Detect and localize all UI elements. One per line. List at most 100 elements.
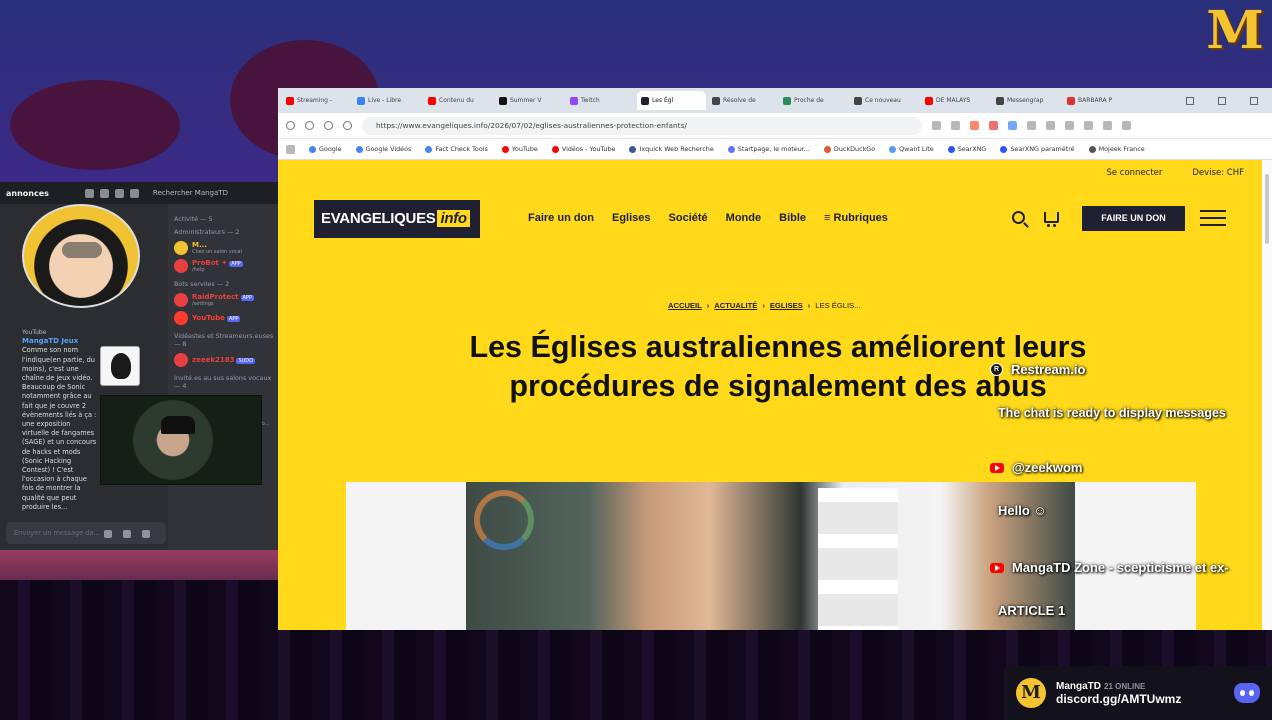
bookmark-item[interactable]: Fact Check Tools [425,145,488,153]
nav-faire-un-don[interactable]: Faire un don [528,212,594,224]
member-item[interactable]: RaidProtect APP/settings [174,291,278,309]
gift-icon[interactable] [104,530,112,538]
chat-message-text: ARTICLE 1 [998,603,1066,618]
reload-icon[interactable] [324,121,333,130]
pin-icon[interactable] [114,188,124,198]
extension-icon[interactable] [1027,121,1036,130]
emoji-icon[interactable] [142,530,150,538]
bookmark-item[interactable]: SearXNG [947,145,987,153]
member-item[interactable]: zeeek2183 SUDO [174,351,278,369]
discord-logo-icon [1234,683,1260,703]
breadcrumb-home[interactable]: ACCUEIL [668,301,702,310]
nav-bible[interactable]: Bible [779,212,806,224]
member-item[interactable]: M... Chez un salon vocal [174,239,278,257]
profile-name[interactable]: MangaTD Jeux [22,337,98,346]
browser-tab[interactable]: Summer V [495,91,564,110]
bookmark-item[interactable]: Mojeek France [1088,145,1145,153]
browser-tab[interactable]: Live - Libre [353,91,422,110]
browser-tab[interactable]: DE MALAYS [921,91,990,110]
browser-tab[interactable]: Résolve de [708,91,777,110]
tab-favicon [499,96,507,105]
bookmark-item[interactable]: Qwant Lite [889,145,934,153]
nav-societe[interactable]: Société [669,212,708,224]
video-play-overlay[interactable] [62,242,102,258]
threads-icon[interactable] [84,188,94,198]
wallet-icon[interactable] [1103,121,1112,130]
browser-tab[interactable]: Les Égl [637,91,706,110]
bookmark-item[interactable]: YouTube [501,145,538,153]
browser-tab[interactable]: Twitch [566,91,635,110]
article-image [466,482,1075,630]
menu-icon[interactable] [1122,121,1131,130]
member-item[interactable]: ProBot ✦ APP/help [174,257,278,275]
hamburger-menu-icon[interactable] [1200,210,1226,226]
browser-tab[interactable]: Ce nouveau [850,91,919,110]
tab-bar: Streaming - Live - Libre Contenu du Summer … [278,88,1272,113]
nav-eglises[interactable]: Eglises [612,212,651,224]
minimize-icon[interactable] [1186,96,1194,105]
browser-tab[interactable]: Streaming - [282,91,351,110]
search-icon[interactable] [1012,211,1025,224]
chat-message-text: Hello ☺ [998,503,1047,518]
tab-favicon [712,96,720,105]
currency-selector[interactable]: Devise: CHF [1192,168,1244,178]
channel-name[interactable]: annonces [6,189,49,198]
bot-badge: APP [229,261,243,267]
notification-icon[interactable] [99,188,109,198]
browser-tab[interactable]: Contenu du [424,91,493,110]
bookmark-item[interactable]: Vidéos - YouTube [551,145,615,153]
back-icon[interactable] [286,121,295,130]
bookmark-item[interactable]: Google [309,145,342,153]
tab-favicon [286,96,294,105]
nav-monde[interactable]: Monde [726,212,761,224]
nav-rubriques[interactable]: Rubriques [824,212,888,224]
rewards-icon[interactable] [989,121,998,130]
members-icon[interactable] [129,188,139,198]
bookmark-favicon [947,145,955,153]
breadcrumb-actualite[interactable]: ACTUALITÉ [714,301,757,310]
breadcrumb-eglises[interactable]: EGLISES [770,301,803,310]
sticker-icon[interactable] [123,530,131,538]
url-input[interactable]: https://www.evangeliques.info/2026/07/02… [362,116,922,135]
maximize-icon[interactable] [1218,96,1226,105]
tab-favicon [428,96,436,105]
share-icon[interactable] [951,121,960,130]
discord-widget: M MangaTD 21 ONLINE discord.gg/AMTUwmz [1004,666,1272,720]
article-image-frame [346,482,1196,630]
member-name: M... [192,241,207,249]
bookmark-label: SearXNG [957,145,987,153]
site-logo[interactable]: EVANGELIQUES info [314,200,480,238]
search-input[interactable]: Rechercher MangaTD [153,189,228,197]
bookmark-item[interactable]: Ixquick Web Recherche [629,145,714,153]
bookmark-icon[interactable] [343,121,352,130]
tab-label: DE MALAYS [936,97,971,104]
extension-icon[interactable] [932,121,941,130]
close-icon[interactable] [1250,96,1258,105]
login-link[interactable]: Se connecter [1106,168,1162,178]
sidebar-icon[interactable] [1084,121,1093,130]
donate-button[interactable]: FAIRE UN DON [1082,206,1185,231]
member-item[interactable]: YouTube APP [174,309,278,327]
breadcrumb: ACCUEIL › ACTUALITÉ › EGLISES › LES ÉGLIS..… [668,301,860,310]
apps-grid-icon[interactable] [286,144,295,154]
extension-icon[interactable] [1065,121,1074,130]
browser-tab[interactable]: Messengrap [992,91,1061,110]
forward-icon[interactable] [305,121,314,130]
extension-icon[interactable] [1046,121,1055,130]
browser-tab[interactable]: Proche de [779,91,848,110]
browser-tab[interactable]: BARBARA P [1063,91,1132,110]
tab-favicon [357,96,365,105]
bookmark-item[interactable]: Startpage, le moteur... [727,145,810,153]
bookmark-favicon [501,145,509,153]
chat-message-row: @zeekwom [990,460,1082,475]
brave-shield-icon[interactable] [970,121,979,130]
bookmark-item[interactable]: Google Vidéos [355,145,411,153]
cart-icon[interactable] [1044,212,1059,227]
member-group-label: Bots serviles — 2 [174,280,230,288]
page-scrollbar[interactable] [1262,160,1272,630]
bookmark-label: YouTube [511,145,538,153]
bookmark-item[interactable]: SearXNG paramétré [1000,145,1075,153]
bookmark-favicon [889,145,897,153]
bookmark-item[interactable]: DuckDuckGo [823,145,875,153]
extension-icon[interactable] [1008,121,1017,130]
